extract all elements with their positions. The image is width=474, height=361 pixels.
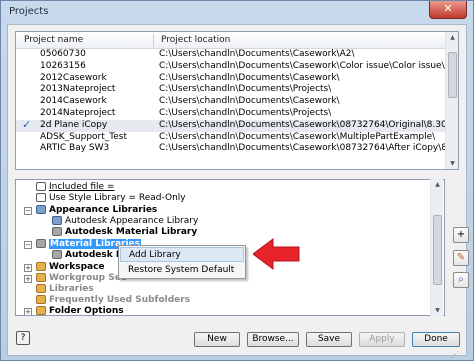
project-name-cell: ADSK_Support_Test — [40, 131, 128, 142]
appearance-library-icon — [36, 205, 46, 214]
project-location-cell: C:\Users\chandln\Documents\Casework\ — [159, 72, 340, 83]
find-icon[interactable]: ⌕ — [453, 272, 469, 288]
table-row[interactable]: 2012Casework C:\Users\chandln\Documents\C… — [16, 73, 446, 85]
project-name-cell: 2012Casework — [40, 72, 107, 83]
scroll-up-icon[interactable]: ▲ — [448, 33, 457, 42]
table-row[interactable]: 2014Nateproject C:\Users\chandln\Document… — [16, 108, 446, 120]
tree-item-autodesk-m[interactable]: Autodesk M — [52, 250, 125, 261]
folder-icon — [36, 262, 46, 271]
tree-item-libraries[interactable]: Libraries — [36, 284, 94, 295]
tree-item-appearance-library[interactable]: Autodesk Appearance Library — [52, 216, 198, 227]
title-bar[interactable]: Projects ✕ — [1, 1, 473, 25]
active-check-icon: ✓ — [22, 117, 32, 131]
project-name-cell: 10263156 — [40, 60, 86, 71]
project-name-cell: 05060730 — [40, 49, 86, 59]
expand-workgroup-icon[interactable]: + — [24, 275, 32, 283]
project-location-cell: C:\Users\chandln\Documents\Projects\ — [159, 107, 332, 118]
dialog-client: Project name Project location 05060730 C:… — [7, 24, 469, 356]
table-row[interactable]: ADSK_Support_Test C:\Users\chandln\Docume… — [16, 132, 446, 144]
project-location-cell: C:\Users\chandln\Documents\Casework\0873… — [159, 143, 445, 154]
scroll-down-icon[interactable]: ▼ — [433, 306, 442, 315]
project-name-cell: ARTIC Bay SW3 — [40, 143, 110, 154]
project-location-cell: C:\Users\chandln\Documents\Casework\A2\ — [159, 49, 355, 59]
scroll-thumb[interactable] — [448, 52, 457, 98]
project-location-cell: C:\Users\chandln\Documents\Casework\ — [159, 96, 340, 107]
table-row[interactable]: 05060730 C:\Users\chandln\Documents\Casew… — [16, 49, 446, 61]
column-project-name[interactable]: Project name — [24, 35, 83, 45]
project-name-cell: 2014Casework — [40, 96, 107, 107]
project-name-cell: 2014Nateproject — [40, 107, 116, 118]
material-library-icon — [52, 250, 62, 259]
context-menu: Add Library Restore System Default — [118, 245, 246, 279]
tree-item-use-style[interactable]: Use Style Library = Read-Only — [36, 193, 186, 204]
scroll-thumb[interactable] — [433, 215, 442, 285]
folder-icon — [36, 284, 46, 293]
red-arrow-icon — [253, 238, 300, 270]
tree-item-workspace[interactable]: Workspace — [36, 262, 105, 273]
apply-button[interactable]: Apply — [359, 332, 405, 347]
edit-pencil-icon[interactable]: ✎ — [453, 250, 469, 266]
folder-icon — [36, 306, 46, 315]
table-row[interactable]: ARTIC Bay SW3 C:\Users\chandln\Documents\… — [16, 143, 446, 155]
list-header: Project name Project location — [16, 32, 446, 49]
tree-item-folder-options[interactable]: Folder Options — [36, 306, 124, 315]
tree-item-workgroup[interactable]: Workgroup Sea — [36, 273, 127, 284]
tree-item-included-file[interactable]: Included file = — [36, 182, 114, 193]
scroll-down-icon[interactable]: ▼ — [448, 159, 457, 168]
add-button[interactable]: + — [453, 227, 469, 243]
project-location-cell: C:\Users\chandln\Documents\Casework\Colo… — [159, 60, 445, 71]
project-location-cell: C:\Users\chandln\Documents\Projects\ — [159, 84, 332, 95]
table-row[interactable]: 2013Nateproject C:\Users\chandln\Document… — [16, 84, 446, 96]
file-icon — [36, 193, 46, 202]
material-library-icon — [36, 239, 46, 248]
table-row[interactable]: ✓ 2d Plane iCopy C:\Users\chandln\Document… — [16, 117, 446, 132]
material-library-icon — [52, 227, 62, 236]
project-rows: 05060730 C:\Users\chandln\Documents\Casew… — [16, 49, 446, 155]
menu-item-restore-default[interactable]: Restore System Default — [120, 263, 244, 278]
close-button[interactable]: ✕ — [429, 1, 467, 19]
column-separator[interactable] — [153, 34, 154, 47]
help-button[interactable]: ? — [16, 331, 30, 345]
project-name-cell: 2d Plane iCopy — [40, 119, 108, 130]
expand-workspace-icon[interactable]: + — [24, 264, 32, 272]
project-list[interactable]: Project name Project location 05060730 C:… — [15, 31, 459, 170]
resize-grip-icon[interactable]: ⋰ — [451, 350, 461, 360]
project-location-cell: C:\Users\chandln\Documents\Casework\0873… — [159, 119, 445, 130]
done-button[interactable]: Done — [412, 332, 460, 347]
folder-icon — [36, 295, 46, 304]
projects-window: Projects ✕ Project name Project location… — [0, 0, 474, 361]
save-button[interactable]: Save — [306, 332, 352, 347]
collapse-appearance-icon[interactable]: − — [24, 207, 32, 215]
window-title: Projects — [9, 6, 49, 17]
expand-folder-options-icon[interactable]: + — [24, 308, 32, 315]
file-icon — [36, 182, 46, 191]
appearance-library-icon — [52, 216, 62, 225]
tree-scrollbar[interactable]: ▲ ▼ — [430, 179, 443, 316]
tree-item-appearance-libraries[interactable]: Appearance Libraries — [36, 205, 157, 216]
table-row[interactable]: 2014Casework C:\Users\chandln\Documents\C… — [16, 96, 446, 108]
new-button[interactable]: New — [194, 332, 240, 347]
project-name-cell: 2013Nateproject — [40, 84, 116, 95]
column-project-location[interactable]: Project location — [161, 35, 230, 45]
folder-icon — [36, 273, 46, 282]
project-list-scrollbar[interactable]: ▲ ▼ — [445, 32, 458, 169]
menu-item-add-library[interactable]: Add Library — [120, 247, 244, 262]
project-location-cell: C:\Users\chandln\Documents\Casework\Mult… — [159, 131, 436, 142]
collapse-material-icon[interactable]: − — [24, 241, 32, 249]
browse-button[interactable]: Browse... — [247, 332, 299, 347]
scroll-up-icon[interactable]: ▲ — [433, 180, 442, 189]
table-row[interactable]: 10263156 C:\Users\chandln\Documents\Casew… — [16, 61, 446, 73]
tree-item-material-library[interactable]: Autodesk Material Library — [52, 227, 197, 238]
tree-item-frequently-used[interactable]: Frequently Used Subfolders — [36, 295, 190, 306]
